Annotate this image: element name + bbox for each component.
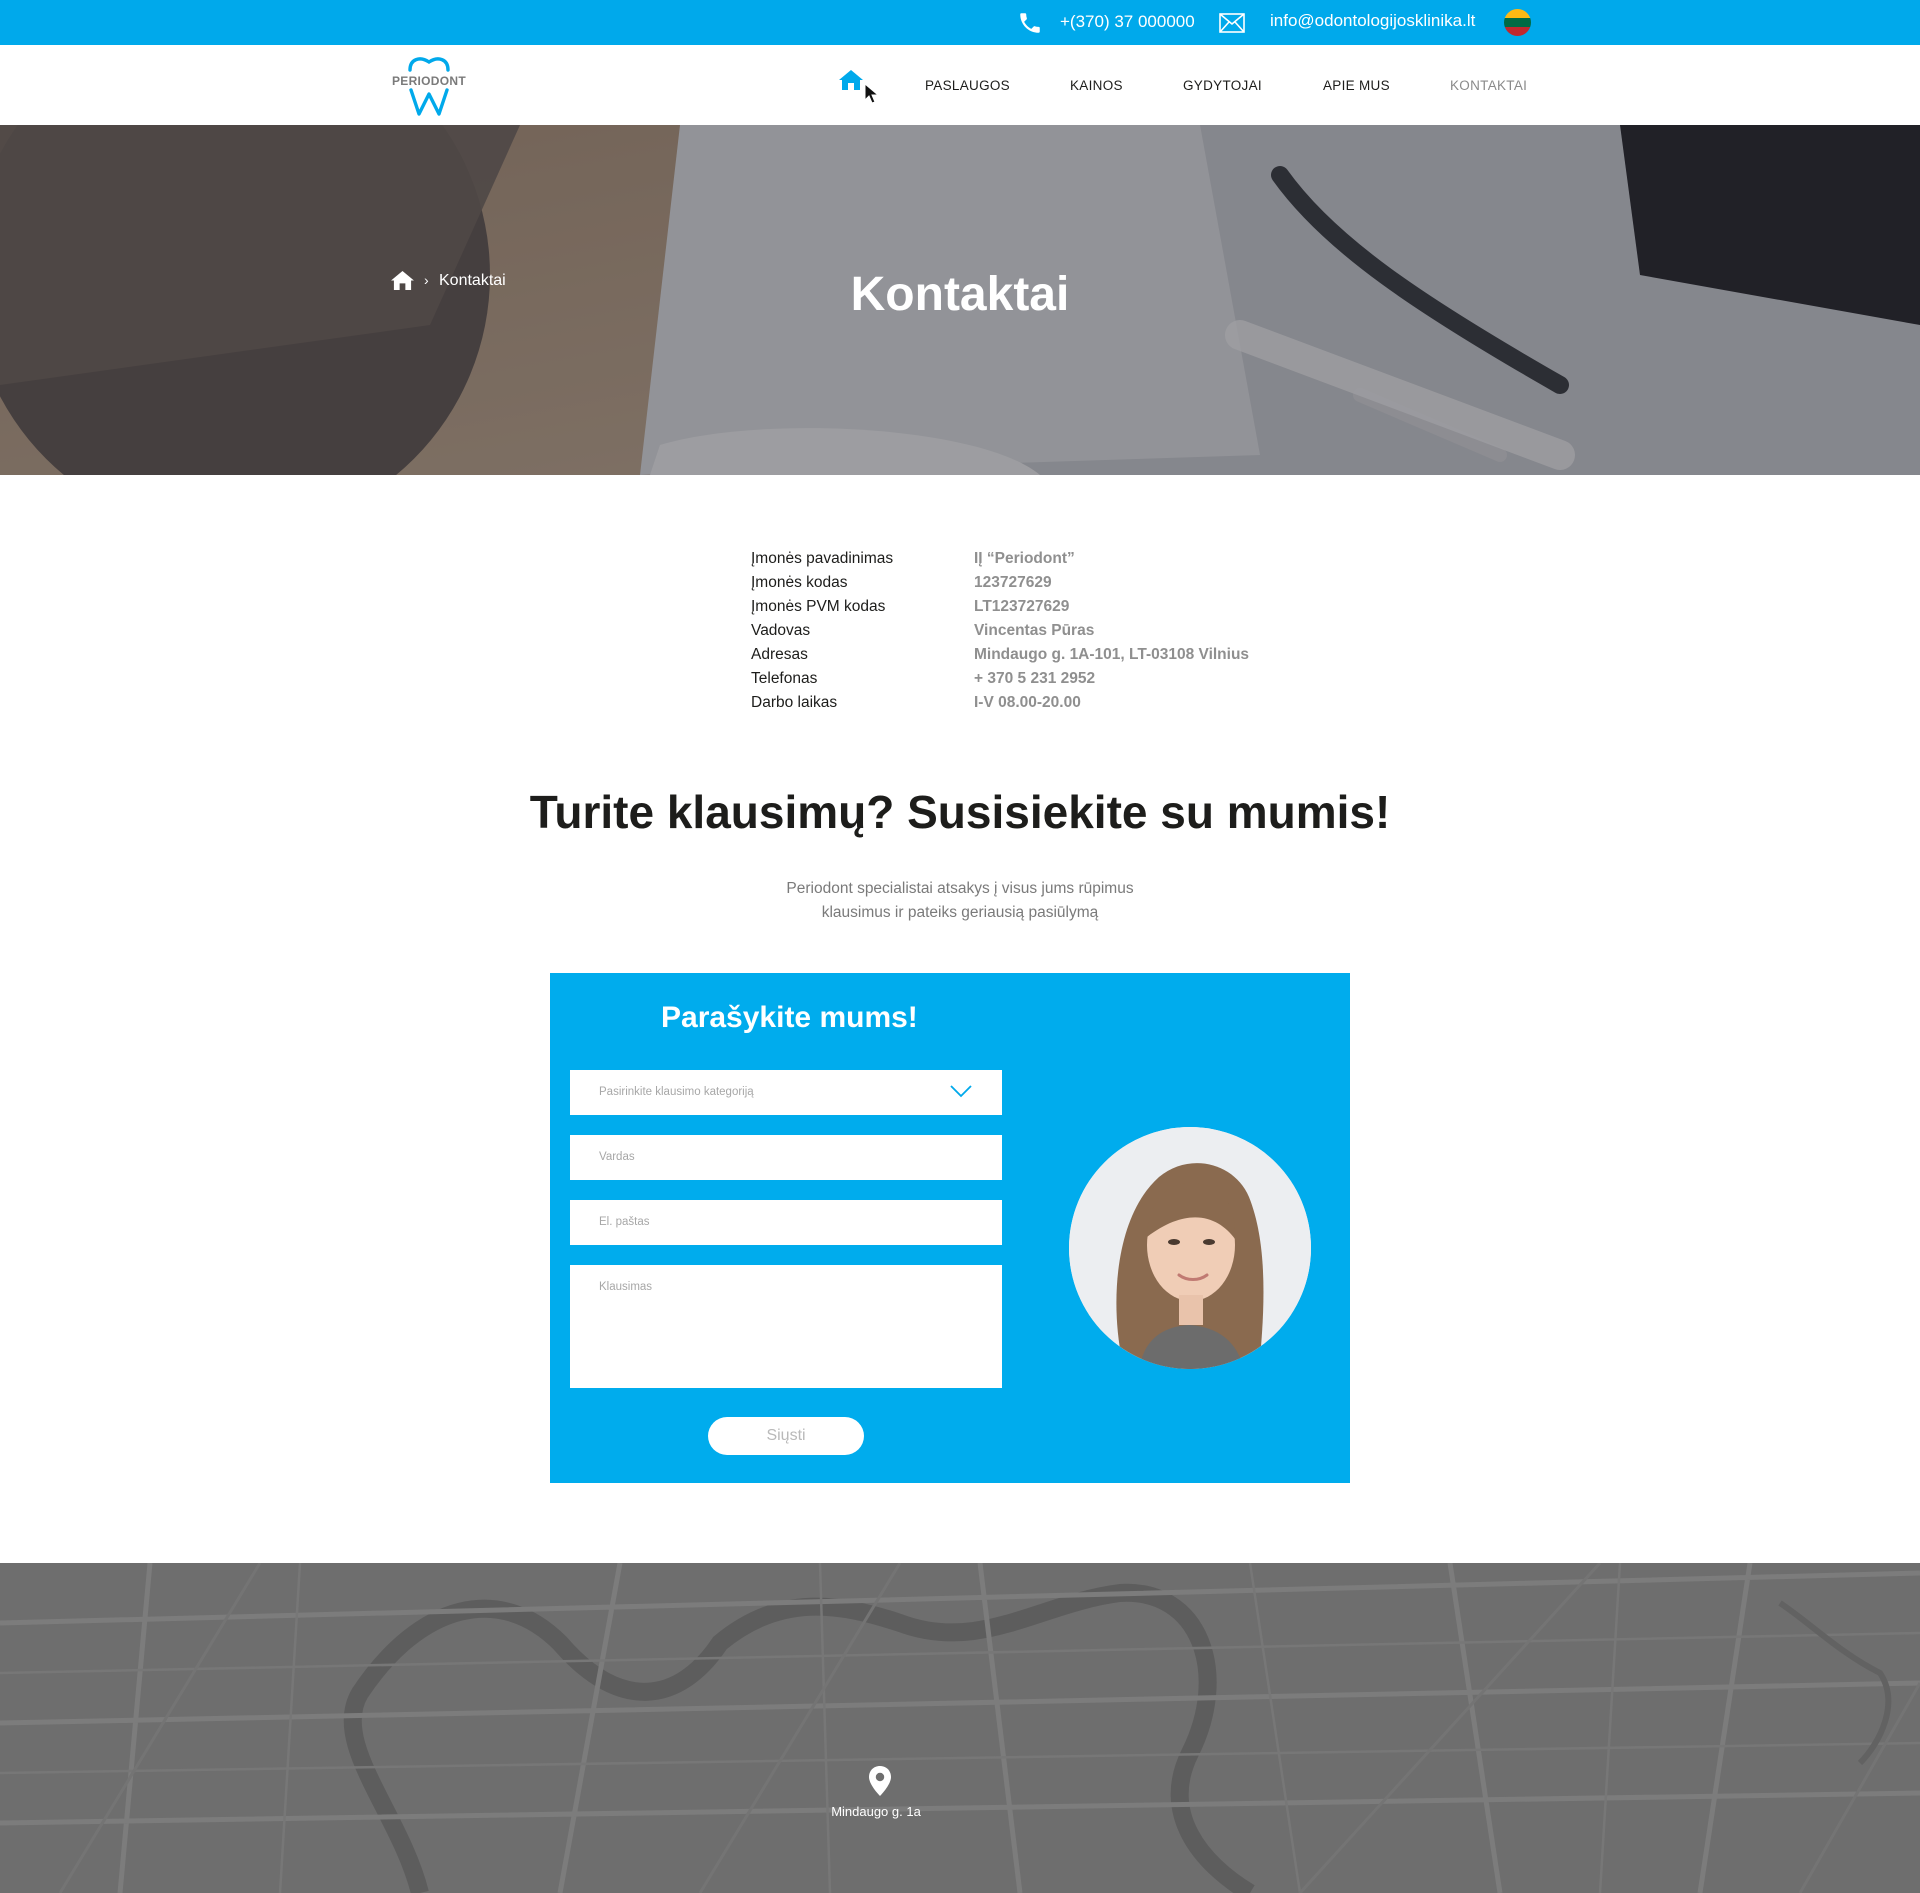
consultant-portrait-image	[1069, 1127, 1311, 1369]
email-link[interactable]: info@odontologijosklinika.lt	[1270, 11, 1475, 31]
info-label: Darbo laikas	[751, 694, 838, 711]
name-input[interactable]: Vardas	[570, 1135, 1002, 1180]
info-value: I-V 08.00-20.00	[974, 694, 1081, 711]
map-address-label: Mindaugo g. 1a	[831, 1804, 921, 1819]
name-input-placeholder: Vardas	[599, 1151, 635, 1163]
email-input-placeholder: El. paštas	[599, 1216, 650, 1228]
nav-item-kontaktai[interactable]: KONTAKTAI	[1450, 78, 1527, 93]
info-row: Įmonės kodas 123727629	[751, 574, 1311, 598]
site-header: PERIODONT PASLAUGOS KAINOS GYDYTOJAI API…	[0, 45, 1920, 125]
periodont-logo[interactable]: PERIODONT	[388, 54, 470, 118]
info-value: + 370 5 231 2952	[974, 670, 1096, 687]
info-label: Adresas	[751, 646, 808, 663]
cta-heading: Turite klausimų? Susisiekite su mumis!	[529, 786, 1391, 838]
company-info-table: Įmonės pavadinimas IĮ “Periodont” Įmonės…	[751, 550, 1311, 718]
info-value: Vincentas Pūras	[974, 622, 1095, 639]
email-input[interactable]: El. paštas	[570, 1200, 1002, 1245]
phone-number-link[interactable]: +(370) 37 000000	[1060, 12, 1195, 32]
category-select[interactable]: Pasirinkite klausimo kategoriją	[570, 1070, 1002, 1115]
info-label: Įmonės PVM kodas	[751, 598, 886, 615]
info-row: Įmonės pavadinimas IĮ “Periodont”	[751, 550, 1311, 574]
info-row: Darbo laikas I-V 08.00-20.00	[751, 694, 1311, 718]
info-value: IĮ “Periodont”	[974, 550, 1075, 567]
map-background	[0, 1563, 1920, 1893]
question-textarea[interactable]: Klausimas	[570, 1265, 1002, 1388]
info-value: Mindaugo g. 1A-101, LT-03108 Vilnius	[974, 646, 1250, 663]
home-icon[interactable]	[838, 69, 864, 91]
form-title: Parašykite mums!	[661, 1001, 918, 1034]
nav-item-gydytojai[interactable]: GYDYTOJAI	[1183, 78, 1262, 93]
cta-subtitle-line: Periodont specialistai atsakys į visus j…	[786, 880, 1134, 897]
info-label: Telefonas	[751, 670, 818, 687]
question-textarea-placeholder: Klausimas	[599, 1281, 653, 1293]
contact-form: Parašykite mums! Pasirinkite klausimo ka…	[550, 973, 1350, 1483]
info-row: Vadovas Vincentas Pūras	[751, 622, 1311, 646]
nav-item-paslaugos[interactable]: PASLAUGOS	[925, 78, 1010, 93]
map-pin-icon[interactable]	[868, 1765, 892, 1797]
send-button[interactable]: Siųsti	[708, 1417, 864, 1455]
envelope-icon	[1219, 13, 1245, 33]
info-label: Įmonės kodas	[751, 574, 848, 591]
cta-subtitle-line: klausimus ir pateiks geriausią pasiūlymą	[821, 904, 1099, 921]
info-row: Įmonės PVM kodas LT123727629	[751, 598, 1311, 622]
consultant-photo	[1069, 1127, 1311, 1369]
info-value: LT123727629	[974, 598, 1070, 615]
info-row: Adresas Mindaugo g. 1A-101, LT-03108 Vil…	[751, 646, 1311, 670]
top-contact-bar: +(370) 37 000000 info@odontologijosklini…	[0, 0, 1920, 45]
page-title: Kontaktai	[850, 268, 1070, 321]
cta-subtitle: Periodont specialistai atsakys į visus j…	[0, 877, 1920, 925]
lithuania-flag-icon[interactable]	[1504, 9, 1531, 36]
info-row: Telefonas + 370 5 231 2952	[751, 670, 1311, 694]
nav-item-apie-mus[interactable]: APIE MUS	[1323, 78, 1390, 93]
hero-banner: › Kontaktai Kontaktai	[0, 125, 1920, 475]
info-label: Vadovas	[751, 622, 811, 639]
logo-text: PERIODONT	[391, 74, 467, 88]
category-select-placeholder: Pasirinkite klausimo kategoriją	[599, 1086, 754, 1098]
nav-item-kainos[interactable]: KAINOS	[1070, 78, 1123, 93]
phone-icon	[1020, 13, 1040, 33]
location-map[interactable]: Mindaugo g. 1a	[0, 1563, 1920, 1893]
info-label: Įmonės pavadinimas	[751, 550, 894, 567]
mouse-cursor-icon	[864, 83, 880, 104]
chevron-down-icon	[950, 1085, 972, 1098]
info-value: 123727629	[974, 574, 1052, 591]
